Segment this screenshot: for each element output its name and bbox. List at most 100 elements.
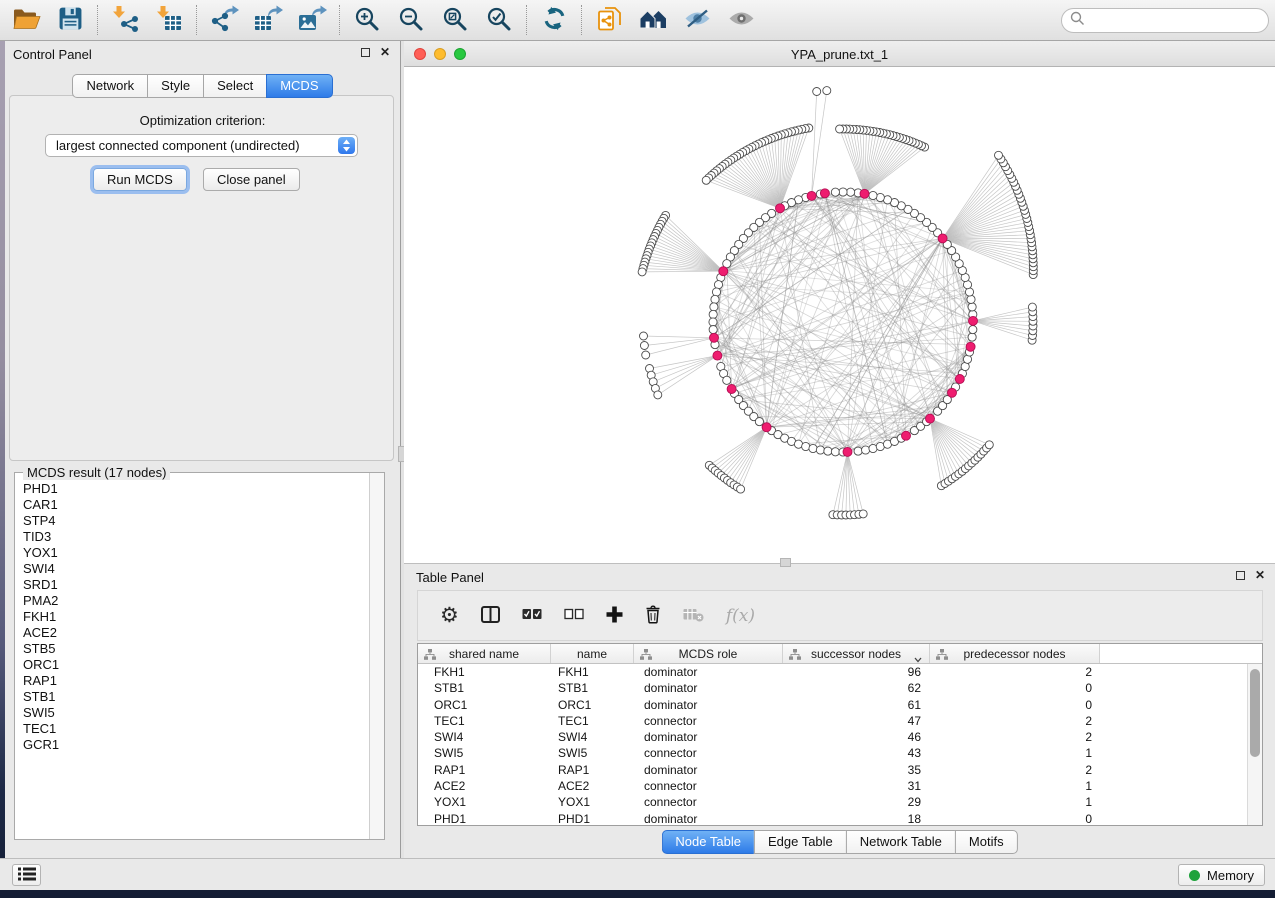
table-cell[interactable]: RAP1 xyxy=(418,762,551,778)
table-cell[interactable]: 1 xyxy=(930,794,1100,810)
mcds-hub-node[interactable] xyxy=(820,189,829,198)
table-cell[interactable]: dominator xyxy=(634,664,783,680)
network-leaf-node[interactable] xyxy=(640,332,648,340)
zoom-fit-button[interactable] xyxy=(433,1,477,39)
mcds-hub-node[interactable] xyxy=(843,447,852,456)
network-leaf-node[interactable] xyxy=(642,351,650,359)
export-image-button[interactable] xyxy=(290,1,334,39)
network-graph[interactable] xyxy=(404,67,1275,563)
table-cell[interactable]: 0 xyxy=(930,680,1100,696)
table-cell[interactable]: FKH1 xyxy=(551,664,634,680)
delete-table-button[interactable] xyxy=(683,607,704,625)
table-cell[interactable]: STB1 xyxy=(418,680,551,696)
mcds-hub-node[interactable] xyxy=(807,191,816,200)
table-cell[interactable]: PHD1 xyxy=(551,811,634,825)
network-leaf-node[interactable] xyxy=(654,391,662,399)
mcds-hub-node[interactable] xyxy=(710,333,719,342)
network-node[interactable] xyxy=(709,318,717,326)
mcds-result-item[interactable]: GCR1 xyxy=(15,737,369,753)
mcds-result-item[interactable]: STB5 xyxy=(15,641,369,657)
split-view-button[interactable] xyxy=(481,606,500,626)
network-node[interactable] xyxy=(854,447,862,455)
network-node[interactable] xyxy=(869,191,877,199)
network-node[interactable] xyxy=(831,188,839,196)
network-canvas[interactable] xyxy=(404,67,1275,563)
table-cell[interactable]: 61 xyxy=(783,697,930,713)
table-cell[interactable]: PHD1 xyxy=(418,811,551,825)
table-cell[interactable]: ORC1 xyxy=(418,697,551,713)
close-panel-button[interactable]: Close panel xyxy=(203,168,300,191)
export-network-button[interactable] xyxy=(202,1,246,39)
network-node[interactable] xyxy=(711,295,719,303)
memory-button[interactable]: Memory xyxy=(1178,864,1265,886)
mcds-result-item[interactable]: SWI5 xyxy=(15,705,369,721)
mcds-result-item[interactable]: YOX1 xyxy=(15,545,369,561)
column-header-successor-nodes[interactable]: successor nodes xyxy=(783,644,930,663)
split-handle[interactable] xyxy=(780,558,791,567)
network-leaf-node[interactable] xyxy=(1028,303,1036,311)
import-table-button[interactable] xyxy=(147,1,191,39)
table-cell[interactable]: 43 xyxy=(783,745,930,761)
mcds-hub-node[interactable] xyxy=(955,375,964,384)
table-row[interactable]: RAP1RAP1dominator352 xyxy=(418,762,1247,778)
table-cell[interactable]: YOX1 xyxy=(418,794,551,810)
network-node[interactable] xyxy=(839,188,847,196)
float-panel-icon[interactable] xyxy=(1236,571,1245,580)
table-cell[interactable]: FKH1 xyxy=(418,664,551,680)
network-node[interactable] xyxy=(712,288,720,296)
column-header-shared-name[interactable]: shared name xyxy=(418,644,551,663)
mcds-result-item[interactable]: PHD1 xyxy=(15,481,369,497)
table-cell[interactable]: dominator xyxy=(634,762,783,778)
mcds-result-item[interactable]: STB1 xyxy=(15,689,369,705)
optimization-criterion-select[interactable]: largest connected component (undirected) xyxy=(45,134,358,157)
table-cell[interactable]: 0 xyxy=(930,697,1100,713)
mcds-result-item[interactable]: TEC1 xyxy=(15,721,369,737)
mcds-hub-node[interactable] xyxy=(719,267,728,276)
network-leaf-node[interactable] xyxy=(859,510,867,518)
network-node[interactable] xyxy=(709,310,717,318)
mcds-result-item[interactable]: ORC1 xyxy=(15,657,369,673)
network-node[interactable] xyxy=(723,376,731,384)
column-header-name[interactable]: name xyxy=(551,644,634,663)
network-leaf-node[interactable] xyxy=(985,441,993,449)
table-cell[interactable]: 2 xyxy=(930,762,1100,778)
mcds-hub-node[interactable] xyxy=(902,431,911,440)
scrollbar-thumb[interactable] xyxy=(1250,669,1260,757)
deselect-all-columns-button[interactable] xyxy=(564,608,584,623)
network-leaf-node[interactable] xyxy=(702,176,710,184)
table-row[interactable]: PHD1PHD1dominator180 xyxy=(418,811,1247,825)
network-leaf-node[interactable] xyxy=(640,342,648,350)
table-row[interactable]: ACE2ACE2connector311 xyxy=(418,778,1247,794)
tab-select[interactable]: Select xyxy=(203,74,266,98)
table-row[interactable]: ORC1ORC1dominator610 xyxy=(418,697,1247,713)
tab-style[interactable]: Style xyxy=(147,74,203,98)
network-node[interactable] xyxy=(824,447,832,455)
table-cell[interactable]: 1 xyxy=(930,778,1100,794)
network-node[interactable] xyxy=(710,303,718,311)
close-panel-icon[interactable]: ✕ xyxy=(1255,570,1265,581)
table-cell[interactable]: 0 xyxy=(930,811,1100,825)
zoom-in-button[interactable] xyxy=(345,1,389,39)
zoom-selected-button[interactable] xyxy=(477,1,521,39)
table-cell[interactable]: TEC1 xyxy=(551,713,634,729)
tab-motifs[interactable]: Motifs xyxy=(955,830,1018,854)
function-builder-button[interactable]: f(x) xyxy=(726,606,755,626)
table-row[interactable]: YOX1YOX1connector291 xyxy=(418,794,1247,810)
network-node[interactable] xyxy=(968,303,976,311)
mcds-hub-node[interactable] xyxy=(860,189,869,198)
mcds-result-item[interactable]: ACE2 xyxy=(15,625,369,641)
table-cell[interactable]: 35 xyxy=(783,762,930,778)
network-node[interactable] xyxy=(862,446,870,454)
mcds-result-item[interactable]: SWI4 xyxy=(15,561,369,577)
import-network-button[interactable] xyxy=(103,1,147,39)
network-leaf-node[interactable] xyxy=(737,485,745,493)
close-panel-icon[interactable]: ✕ xyxy=(380,47,390,58)
mcds-result-item[interactable]: PMA2 xyxy=(15,593,369,609)
table-row[interactable]: STB1STB1dominator620 xyxy=(418,680,1247,696)
mcds-hub-node[interactable] xyxy=(926,414,935,423)
network-leaf-node[interactable] xyxy=(638,268,646,276)
network-node[interactable] xyxy=(816,446,824,454)
mcds-hub-node[interactable] xyxy=(969,316,978,325)
table-cell[interactable]: ACE2 xyxy=(418,778,551,794)
network-leaf-node[interactable] xyxy=(823,87,831,95)
